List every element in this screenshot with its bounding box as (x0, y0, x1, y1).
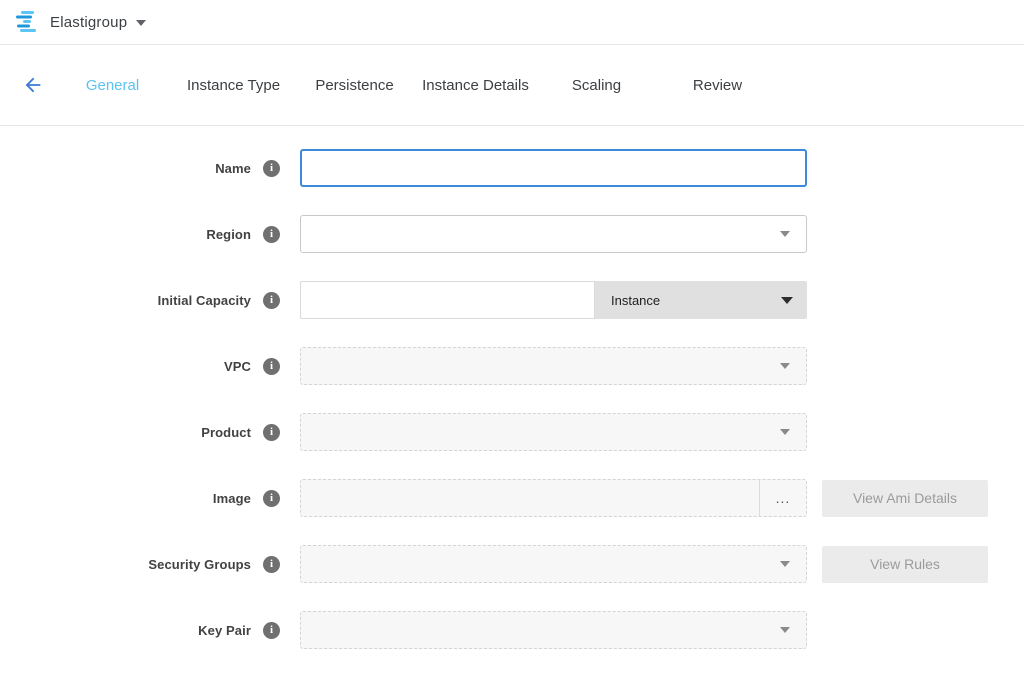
app-switcher-caret-icon[interactable] (136, 20, 146, 26)
form-row-region: Region i (0, 215, 1024, 253)
image-label: Image (213, 491, 251, 506)
form-row-image: Image i ... View Ami Details (0, 479, 1024, 517)
app-header: Elastigroup (0, 0, 1024, 45)
tab-instance-details[interactable]: Instance Details (415, 77, 536, 94)
tab-persistence[interactable]: Persistence (294, 77, 415, 94)
tab-instance-type[interactable]: Instance Type (173, 77, 294, 94)
security-groups-select (300, 545, 807, 583)
security-groups-label: Security Groups (148, 557, 251, 572)
image-picker: ... (300, 479, 807, 517)
region-info-icon[interactable]: i (263, 226, 280, 243)
chevron-down-icon (781, 297, 793, 304)
tab-review[interactable]: Review (657, 77, 778, 94)
back-button[interactable] (22, 73, 52, 97)
initial-capacity-info-icon[interactable]: i (263, 292, 280, 309)
key-pair-select (300, 611, 807, 649)
form-row-security-groups: Security Groups i View Rules (0, 545, 1024, 583)
initial-capacity-label: Initial Capacity (158, 293, 251, 308)
initial-capacity-input[interactable] (300, 281, 595, 319)
key-pair-info-icon[interactable]: i (263, 622, 280, 639)
view-ami-details-button[interactable]: View Ami Details (822, 480, 988, 517)
name-input[interactable] (300, 149, 807, 187)
chevron-down-icon (780, 429, 790, 435)
capacity-unit-value: Instance (611, 293, 660, 308)
form-row-name: Name i (0, 149, 1024, 187)
chevron-down-icon (780, 561, 790, 567)
name-info-icon[interactable]: i (263, 160, 280, 177)
back-arrow-icon (22, 74, 44, 96)
tab-scaling[interactable]: Scaling (536, 77, 657, 94)
key-pair-label: Key Pair (198, 623, 251, 638)
tab-general[interactable]: General (52, 77, 173, 94)
form-row-key-pair: Key Pair i (0, 611, 1024, 649)
security-groups-info-icon[interactable]: i (263, 556, 280, 573)
product-label: Product (201, 425, 251, 440)
vpc-info-icon[interactable]: i (263, 358, 280, 375)
chevron-down-icon (780, 627, 790, 633)
view-rules-button[interactable]: View Rules (822, 546, 988, 583)
region-label: Region (206, 227, 251, 242)
chevron-down-icon (780, 363, 790, 369)
name-label: Name (215, 161, 251, 176)
form-row-initial-capacity: Initial Capacity i Instance (0, 281, 1024, 319)
vpc-label: VPC (224, 359, 251, 374)
elastigroup-create-page: Elastigroup General Instance Type Persis… (0, 0, 1024, 688)
product-info-icon[interactable]: i (263, 424, 280, 441)
image-browse-button[interactable]: ... (760, 480, 806, 516)
chevron-down-icon (780, 231, 790, 237)
capacity-unit-select[interactable]: Instance (595, 281, 807, 319)
wizard-tabs: General Instance Type Persistence Instan… (52, 77, 778, 94)
image-value (301, 480, 759, 516)
elastigroup-logo-icon (14, 10, 40, 34)
region-select[interactable] (300, 215, 807, 253)
image-info-icon[interactable]: i (263, 490, 280, 507)
product-select (300, 413, 807, 451)
form-row-vpc: VPC i (0, 347, 1024, 385)
form-row-product: Product i (0, 413, 1024, 451)
app-title[interactable]: Elastigroup (50, 14, 127, 31)
wizard-tab-bar: General Instance Type Persistence Instan… (0, 45, 1024, 126)
general-form: Name i Region i Initial Capacity i (0, 126, 1024, 649)
vpc-select (300, 347, 807, 385)
